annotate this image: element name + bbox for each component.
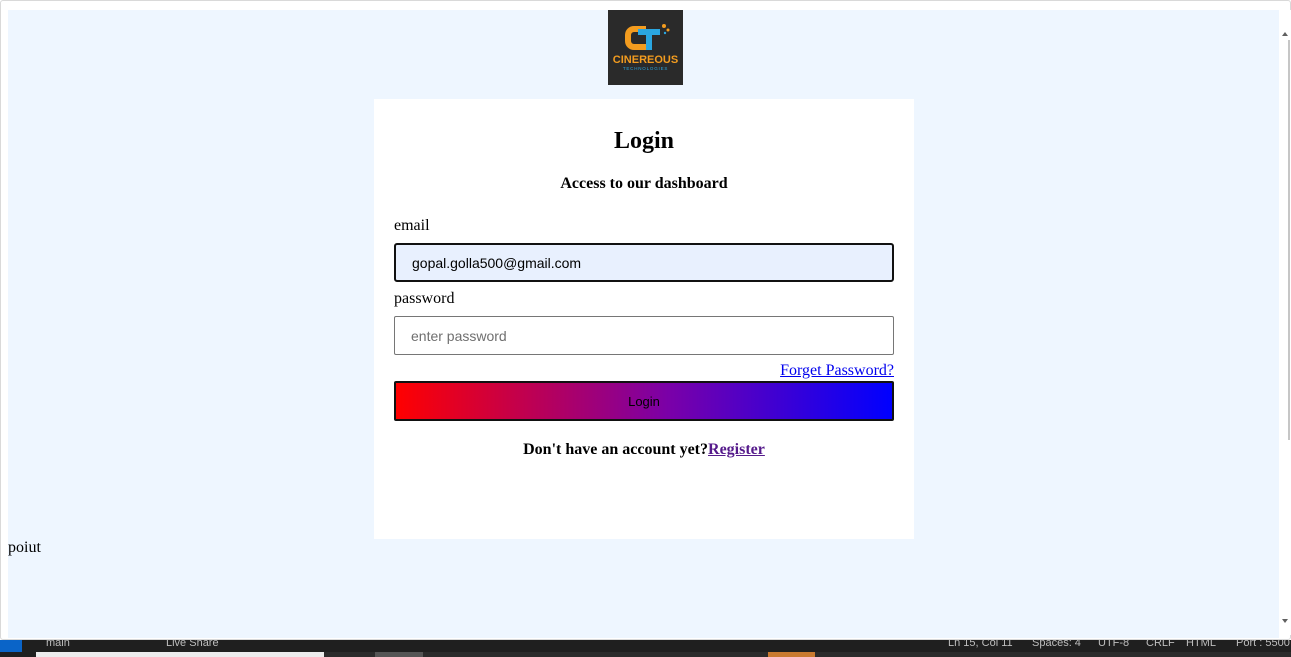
password-field[interactable] bbox=[394, 316, 894, 355]
email-field[interactable] bbox=[394, 243, 894, 282]
logo-mark-icon: CINEREOUS TECHNOLOGIES bbox=[608, 10, 683, 85]
register-link[interactable]: Register bbox=[708, 441, 765, 458]
editor-status-bar: main Live Share Ln 15, Col 11 Spaces: 4 … bbox=[0, 640, 1291, 657]
remote-indicator[interactable] bbox=[0, 640, 22, 652]
vertical-scrollbar[interactable] bbox=[1279, 10, 1291, 635]
logo-tagline-text: TECHNOLOGIES bbox=[623, 66, 668, 71]
cursor-position-status[interactable]: Ln 15, Col 11 bbox=[948, 640, 1013, 649]
register-prompt-text: Don't have an account yet? bbox=[523, 441, 709, 458]
login-card: Login Access to our dashboard email pass… bbox=[374, 99, 914, 539]
forgot-password-link[interactable]: Forget Password? bbox=[780, 362, 894, 380]
status-strip-orange bbox=[768, 652, 815, 657]
indent-status[interactable]: Spaces: 4 bbox=[1032, 640, 1081, 649]
scroll-thumb[interactable] bbox=[1288, 40, 1290, 440]
register-prompt: Don't have an account yet?Register bbox=[374, 441, 914, 459]
liveshare-status[interactable]: Live Share bbox=[166, 640, 219, 649]
eol-status[interactable]: CRLF bbox=[1146, 640, 1175, 649]
page-title: Login bbox=[613, 128, 675, 154]
stray-text: poiut bbox=[8, 539, 41, 556]
port-status[interactable]: Port : 5500 bbox=[1236, 640, 1290, 649]
email-label: email bbox=[394, 217, 430, 234]
logo-name-text: CINEREOUS bbox=[613, 54, 678, 66]
branch-status[interactable]: main bbox=[46, 640, 70, 649]
encoding-status[interactable]: UTF-8 bbox=[1098, 640, 1129, 649]
status-strip-light bbox=[36, 652, 324, 657]
login-button[interactable]: Login bbox=[394, 381, 894, 421]
language-status[interactable]: HTML bbox=[1186, 640, 1216, 649]
scroll-up-icon[interactable] bbox=[1282, 32, 1288, 36]
company-logo: CINEREOUS TECHNOLOGIES bbox=[608, 10, 683, 85]
login-subtitle: Access to our dashboard bbox=[560, 175, 728, 192]
password-label: password bbox=[394, 290, 455, 307]
login-button-label: Login bbox=[628, 393, 660, 409]
scroll-down-icon[interactable] bbox=[1282, 619, 1288, 623]
status-strip-gray bbox=[375, 652, 423, 657]
